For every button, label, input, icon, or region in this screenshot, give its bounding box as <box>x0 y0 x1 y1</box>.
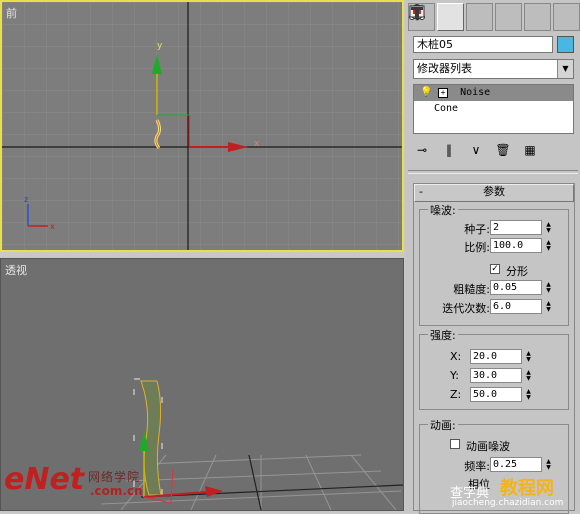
stack-item-label: Cone <box>434 103 459 114</box>
animate-noise-checkbox[interactable] <box>450 439 460 449</box>
gizmo-x-label: x <box>254 139 260 149</box>
iterations-spinner[interactable]: ▲ ▼ <box>544 299 553 314</box>
strength-z-row: Z: 50.0 ▲ ▼ <box>420 387 570 403</box>
strength-group-title: 强度: <box>428 327 458 343</box>
expand-plus-icon[interactable]: + <box>438 88 449 98</box>
frequency-input[interactable]: 0.25 <box>490 457 542 472</box>
pin-stack-icon[interactable]: ⊸ <box>413 142 431 158</box>
fractal-checkbox[interactable]: ✓ <box>490 264 500 274</box>
iterations-input[interactable]: 6.0 <box>490 299 542 314</box>
frequency-label: 频率: <box>464 460 490 473</box>
modifier-list-dropdown[interactable]: 修改器列表 ▼ <box>413 59 574 79</box>
hierarchy-tab[interactable] <box>409 3 493 31</box>
command-panel: 木桩05 修改器列表 ▼ 💡 + Noise Cone ⊸ ‖ ∨ 🗑 ▦ - … <box>405 0 580 514</box>
noise-group: 噪波: 种子: 2 ▲ ▼ 比例: 100.0 ▲ ▼ ✓ 分形 粗糙度: 0.05… <box>419 202 570 326</box>
strength-x-label: X: <box>450 350 462 363</box>
roughness-spinner[interactable]: ▲ ▼ <box>544 280 553 295</box>
motion-tab[interactable] <box>409 3 522 31</box>
seed-spinner[interactable]: ▲ ▼ <box>544 220 553 235</box>
enet-watermark-cn: 网络学院 <box>88 470 141 484</box>
strength-group: 强度: X: 20.0 ▲ ▼ Y: 30.0 ▲ ▼ Z: 50.0 ▲ ▼ <box>419 327 570 410</box>
axis-x-label: x <box>50 222 55 231</box>
roughness-input[interactable]: 0.05 <box>490 280 542 295</box>
remove-modifier-icon[interactable]: 🗑 <box>494 142 512 158</box>
frequency-row: 频率: 0.25 ▲ ▼ <box>420 457 570 473</box>
strength-x-row: X: 20.0 ▲ ▼ <box>420 349 570 365</box>
seed-input[interactable]: 2 <box>490 220 542 235</box>
iterations-row: 迭代次数: 6.0 ▲ ▼ <box>420 299 570 315</box>
strength-y-spinner[interactable]: ▲ ▼ <box>524 368 533 383</box>
animate-noise-row: 动画噪波 <box>420 437 570 453</box>
make-unique-icon[interactable]: ∨ <box>467 142 485 158</box>
front-viewport[interactable]: y x z x 前 <box>0 0 404 252</box>
roughness-row: 粗糙度: 0.05 ▲ ▼ <box>420 280 570 296</box>
object-name-field[interactable]: 木桩05 <box>413 36 553 53</box>
strength-z-spinner[interactable]: ▲ ▼ <box>524 387 533 402</box>
modifier-list-label: 修改器列表 <box>417 62 472 75</box>
strength-y-label: Y: <box>450 369 459 382</box>
strength-y-row: Y: 30.0 ▲ ▼ <box>420 368 570 384</box>
object-color-swatch[interactable] <box>557 36 574 53</box>
strength-x-input[interactable]: 20.0 <box>470 349 522 364</box>
divider <box>408 170 578 174</box>
frequency-spinner[interactable]: ▲ ▼ <box>544 457 553 472</box>
site-watermark-badge: 教程网 <box>500 478 554 499</box>
collapse-minus-icon: - <box>419 185 423 198</box>
chevron-down-icon[interactable]: ▼ <box>557 60 573 78</box>
animate-noise-label: 动画噪波 <box>466 440 510 453</box>
modifier-stack[interactable]: 💡 + Noise Cone <box>413 84 574 134</box>
show-end-result-icon[interactable]: ‖ <box>440 142 458 158</box>
utilities-tab[interactable] <box>411 3 580 31</box>
scale-row: 比例: 100.0 ▲ ▼ <box>420 238 570 254</box>
front-grid: y x z x <box>2 2 402 250</box>
lightbulb-icon[interactable]: 💡 <box>420 85 432 101</box>
noise-group-title: 噪波: <box>428 202 458 218</box>
strength-z-input[interactable]: 50.0 <box>470 387 522 402</box>
enet-watermark-url: .com.cn <box>90 484 143 498</box>
command-panel-tabs <box>408 3 580 31</box>
parameters-rollout: - 参数 噪波: 种子: 2 ▲ ▼ 比例: 100.0 ▲ ▼ ✓ 分形 粗糙度:… <box>413 183 575 514</box>
seed-row: 种子: 2 ▲ ▼ <box>420 220 570 236</box>
scale-input[interactable]: 100.0 <box>490 238 542 253</box>
scale-label: 比例: <box>464 241 490 254</box>
roughness-label: 粗糙度: <box>453 283 490 296</box>
utilities-icon <box>411 7 423 19</box>
front-viewport-label[interactable]: 前 <box>6 5 17 21</box>
display-tab[interactable] <box>409 3 551 31</box>
stack-item-label: Noise <box>460 87 491 98</box>
scale-spinner[interactable]: ▲ ▼ <box>544 238 553 253</box>
modify-tab[interactable] <box>409 3 464 31</box>
iterations-label: 迭代次数: <box>442 302 490 315</box>
strength-z-label: Z: <box>450 388 462 401</box>
stack-item-cone[interactable]: Cone <box>414 101 573 117</box>
perspective-viewport-label[interactable]: 透视 <box>5 262 27 278</box>
strength-x-spinner[interactable]: ▲ ▼ <box>524 349 533 364</box>
strength-y-input[interactable]: 30.0 <box>470 368 522 383</box>
fractal-label: 分形 <box>506 265 528 278</box>
parameters-rollout-header[interactable]: - 参数 <box>414 184 574 202</box>
enet-watermark-logo: eNet <box>4 462 85 497</box>
stack-toolbar: ⊸ ‖ ∨ 🗑 ▦ <box>413 140 577 160</box>
animation-group-title: 动画: <box>428 417 458 433</box>
configure-sets-icon[interactable]: ▦ <box>521 142 539 158</box>
fractal-row: ✓ 分形 <box>420 262 570 278</box>
axis-z-label: z <box>24 195 28 204</box>
gizmo-y-label: y <box>157 41 163 51</box>
seed-label: 种子: <box>464 223 490 236</box>
rollout-title: 参数 <box>483 185 505 198</box>
stack-item-noise[interactable]: 💡 + Noise <box>414 85 573 101</box>
